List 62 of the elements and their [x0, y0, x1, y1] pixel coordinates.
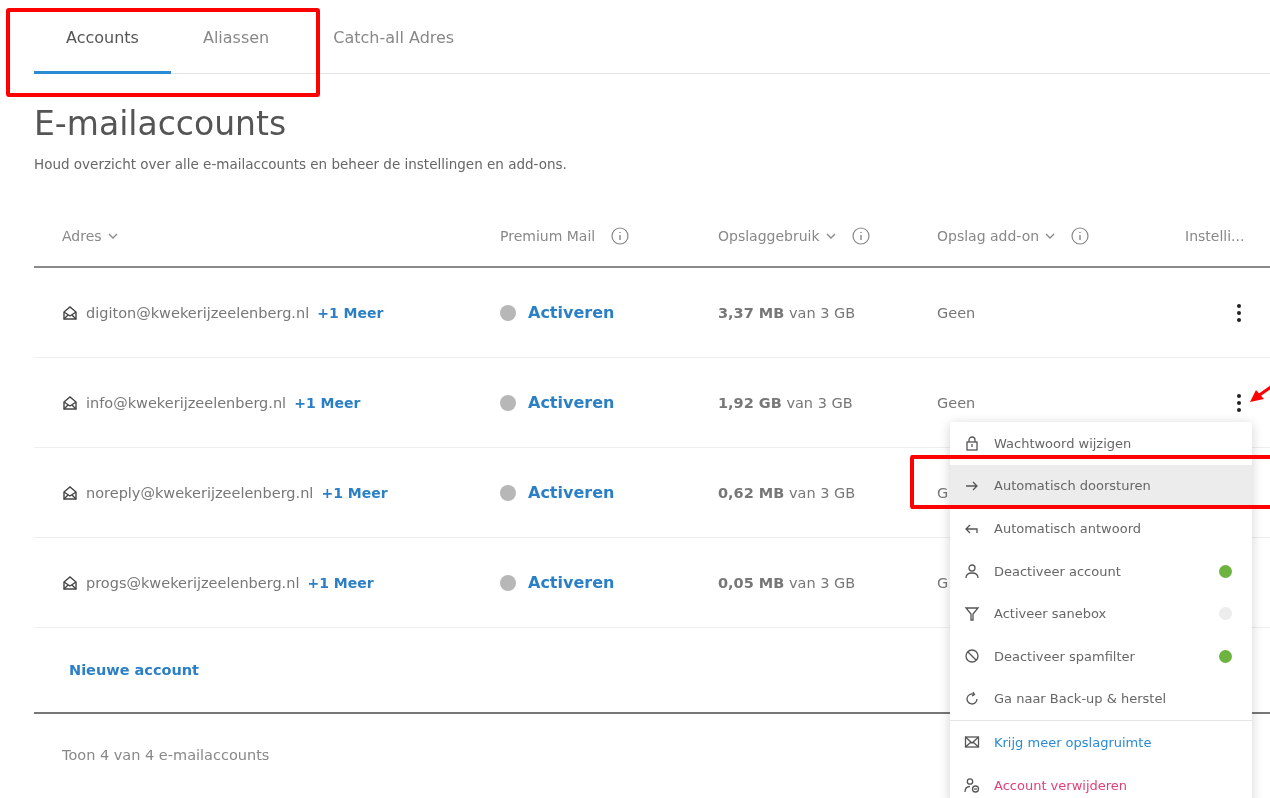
storage-usage: 3,37 MB van 3 GB	[718, 304, 856, 321]
menu-item[interactable]: Deactiveer account	[950, 549, 1252, 593]
more-link[interactable]: +1 Meer	[321, 484, 388, 501]
envelope-icon	[62, 574, 78, 591]
lock-icon	[964, 435, 980, 452]
menu-item[interactable]: Ga naar Back-up & herstel	[950, 677, 1252, 721]
chevron-down-icon	[825, 233, 836, 239]
column-header[interactable]: Opslag add-on	[937, 228, 1040, 244]
column-header: Instelli...	[1185, 228, 1245, 244]
menu-item[interactable]: Deactiveer spamfilter	[950, 634, 1252, 678]
info-icon[interactable]	[1071, 227, 1090, 245]
envelope-icon	[62, 484, 78, 501]
tab[interactable]: Catch-all Adres	[301, 0, 487, 74]
menu-item[interactable]: Krijg meer opslagruimte	[950, 721, 1252, 764]
status-dot	[500, 394, 516, 411]
storage-addon: G	[937, 574, 949, 591]
tab[interactable]: Aliassen	[170, 0, 302, 74]
email-address: info@kwekerijzeelenberg.nl	[86, 394, 287, 411]
menu-item[interactable]: Account verwijderen	[950, 763, 1252, 798]
menu-item[interactable]: Automatisch antwoord	[950, 507, 1252, 550]
refresh-icon	[964, 690, 980, 707]
info-icon[interactable]	[851, 227, 870, 245]
storage-addon: Geen	[937, 304, 976, 321]
envelope-icon	[62, 394, 78, 411]
menu-item[interactable]: Automatisch doorsturen	[950, 464, 1252, 508]
user-remove-icon	[964, 777, 980, 794]
envelope-icon	[62, 304, 78, 321]
result-count: Toon 4 van 4 e-mailaccounts	[62, 747, 270, 763]
user-icon	[964, 563, 980, 580]
status-dot	[500, 484, 516, 501]
status-dot	[500, 574, 516, 591]
menu-item[interactable]: Wachtwoord wijzigen	[950, 422, 1252, 465]
column-header[interactable]: Opslaggebruik	[718, 228, 820, 244]
info-icon[interactable]	[611, 227, 630, 245]
storage-usage: 1,92 GB van 3 GB	[718, 394, 853, 411]
more-link[interactable]: +1 Meer	[317, 304, 384, 321]
more-link[interactable]: +1 Meer	[294, 394, 361, 411]
storage-usage: 0,05 MB van 3 GB	[718, 574, 856, 591]
email-address: digiton@kwekerijzeelenberg.nl	[86, 304, 310, 321]
chevron-down-icon	[1045, 233, 1056, 239]
more-link[interactable]: +1 Meer	[307, 574, 374, 591]
activate-link[interactable]: Activeren	[528, 393, 615, 412]
activate-link[interactable]: Activeren	[528, 483, 615, 502]
storage-usage: 0,62 MB van 3 GB	[718, 484, 856, 501]
email-address: noreply@kwekerijzeelenberg.nl	[86, 484, 314, 501]
filter-icon	[964, 605, 980, 622]
activate-link[interactable]: Activeren	[528, 303, 615, 322]
email-address: progs@kwekerijzeelenberg.nl	[86, 574, 300, 591]
storage-addon: Geen	[937, 394, 976, 411]
new-account-link[interactable]: Nieuwe account	[69, 662, 200, 678]
menu-item[interactable]: Activeer sanebox	[950, 592, 1252, 635]
storage-addon: G	[937, 484, 949, 501]
column-header: Premium Mail	[500, 228, 596, 244]
envelope-icon	[964, 734, 980, 751]
activate-link[interactable]: Activeren	[528, 573, 615, 592]
page-title: E-mailaccounts	[34, 104, 288, 144]
column-header[interactable]: Adres	[62, 228, 102, 244]
status-dot	[500, 304, 516, 321]
chevron-down-icon	[107, 233, 118, 239]
blocked-icon	[964, 648, 980, 665]
tab[interactable]: Accounts	[34, 0, 171, 74]
page-description: Houd overzicht over alle e-mailaccounts en beheer de instellingen en add-ons.	[34, 156, 568, 172]
